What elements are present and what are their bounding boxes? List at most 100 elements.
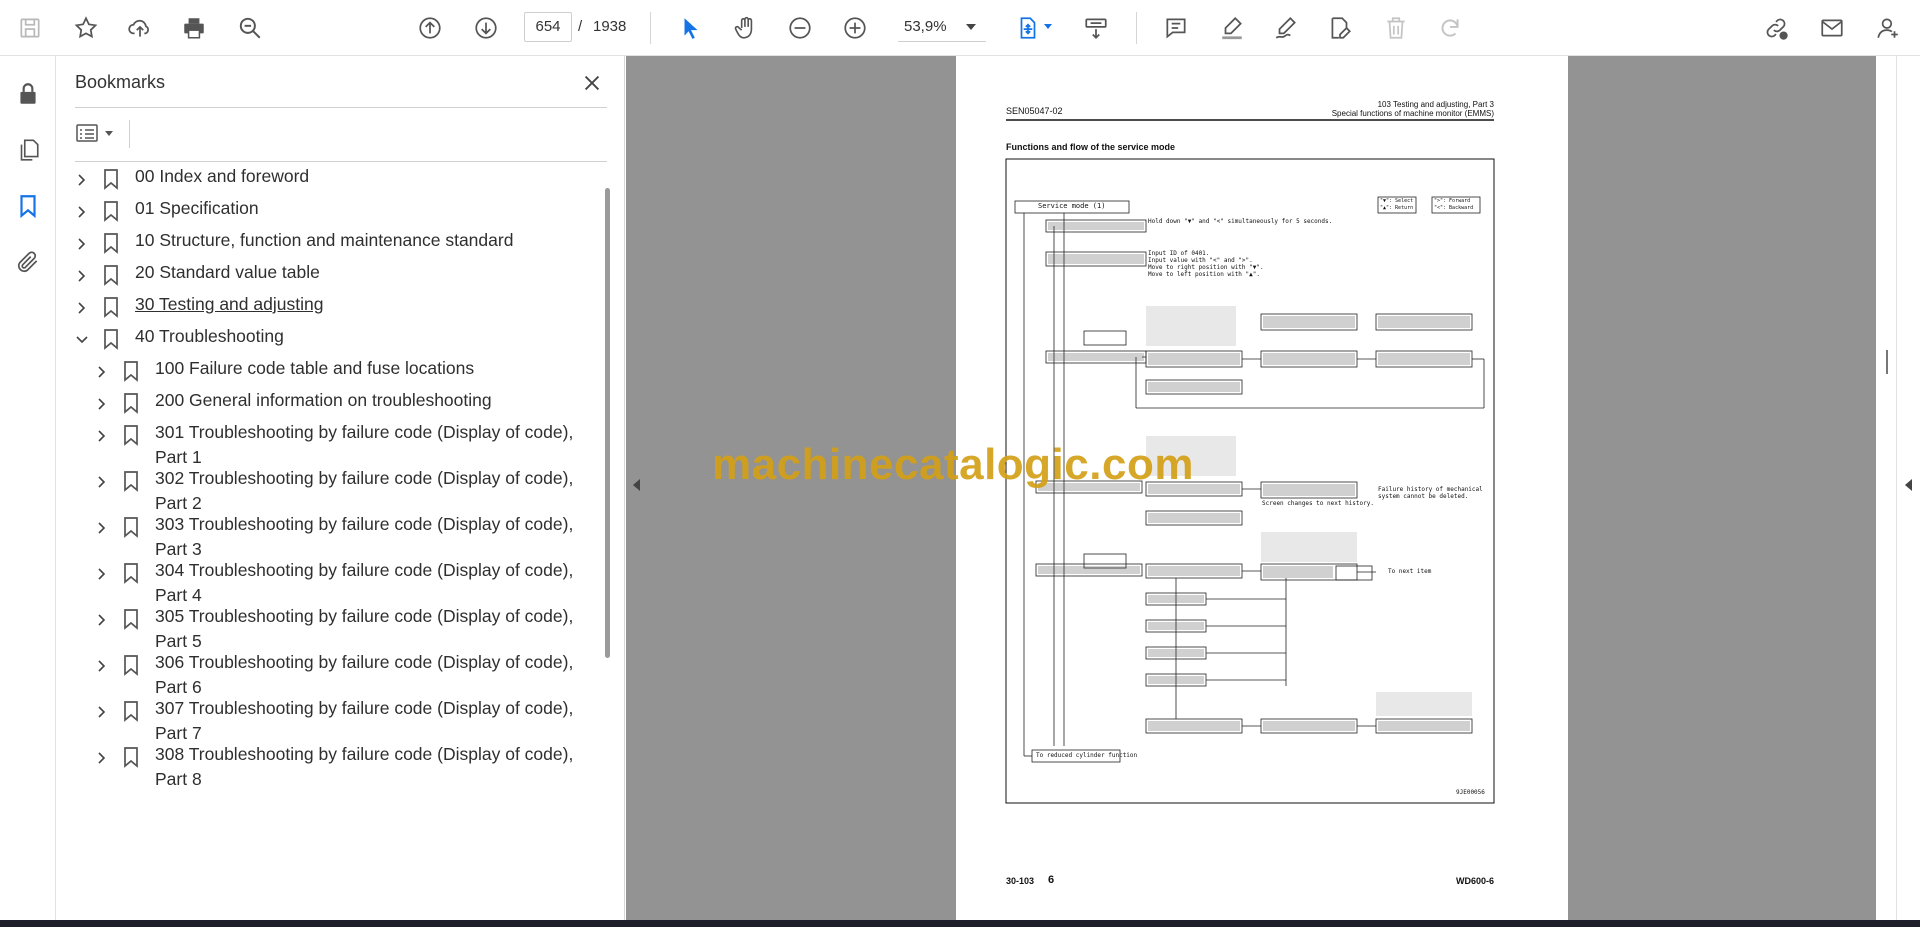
bookmark-item[interactable]: 00 Index and foreword (57, 164, 597, 191)
page-down-icon[interactable] (468, 10, 504, 46)
highlight-icon[interactable] (1214, 10, 1250, 46)
chevron-right-icon[interactable] (75, 202, 89, 222)
bookmark-item[interactable]: 301 Troubleshooting by failure code (Dis… (57, 420, 597, 469)
diagram-code: 9JE00056 (1456, 789, 1485, 796)
chevron-right-icon[interactable] (75, 234, 89, 254)
redo-icon[interactable] (1432, 10, 1468, 46)
bookmark-item[interactable]: 308 Troubleshooting by failure code (Dis… (57, 742, 597, 791)
account-icon[interactable] (1870, 10, 1906, 46)
bookmark-label: 303 Troubleshooting by failure code (Dis… (155, 514, 574, 559)
diagram-title: Service mode (1) (1038, 202, 1106, 210)
panel-scrollbar[interactable] (605, 188, 610, 658)
zoom-search-icon[interactable] (232, 10, 268, 46)
scrollbar-thumb[interactable] (1886, 350, 1888, 374)
bookmark-item[interactable]: 20 Standard value table (57, 260, 597, 287)
chevron-right-icon[interactable] (95, 472, 109, 492)
bookmark-item[interactable]: 40 Troubleshooting (57, 324, 597, 351)
bookmark-item[interactable]: 304 Troubleshooting by failure code (Dis… (57, 558, 597, 607)
link-icon[interactable] (1758, 10, 1794, 46)
diagram-next-item: To next item (1388, 568, 1432, 575)
document-scrollbar[interactable] (1876, 56, 1896, 920)
diagram-bottom-box: To reduced cylinder function (1036, 752, 1138, 759)
chevron-right-icon[interactable] (95, 656, 109, 676)
bookmark-item[interactable]: 306 Troubleshooting by failure code (Dis… (57, 650, 597, 699)
page-up-icon[interactable] (412, 10, 448, 46)
toolbar-divider (650, 12, 651, 44)
bookmark-label: 00 Index and foreword (135, 166, 310, 186)
panel-divider (75, 107, 607, 108)
delete-icon[interactable] (1378, 10, 1414, 46)
scroll-mode-icon[interactable] (1078, 10, 1114, 46)
page-number-input[interactable]: 654 (524, 12, 572, 42)
page-footer-revision: 6 (1048, 874, 1055, 886)
chevron-right-icon[interactable] (75, 298, 89, 318)
star-icon[interactable] (68, 10, 104, 46)
taskbar-strip (0, 920, 1920, 927)
bookmark-label: 01 Specification (135, 198, 259, 218)
legend-return: "▲": Return (1380, 205, 1414, 211)
chevron-right-icon[interactable] (95, 426, 109, 446)
bookmark-label: 20 Standard value table (135, 262, 320, 282)
zoom-out-icon[interactable] (782, 10, 818, 46)
attachment-icon[interactable] (10, 244, 46, 280)
chevron-right-icon[interactable] (95, 564, 109, 584)
legend-forward: ">": Forward (1434, 198, 1471, 204)
bookmark-icon (101, 231, 121, 255)
chevron-right-icon[interactable] (95, 748, 109, 768)
comment-icon[interactable] (1158, 10, 1194, 46)
chevron-down-icon[interactable] (75, 330, 89, 350)
bookmark-item[interactable]: 307 Troubleshooting by failure code (Dis… (57, 696, 597, 745)
fit-page-icon[interactable] (1010, 10, 1046, 46)
mail-icon[interactable] (1814, 10, 1850, 46)
expand-panel-icon[interactable] (1898, 470, 1918, 500)
bookmark-icon (101, 167, 121, 191)
save-icon[interactable] (12, 10, 48, 46)
chevron-right-icon[interactable] (75, 266, 89, 286)
select-arrow-icon[interactable] (673, 10, 709, 46)
bookmark-label: 30 Testing and adjusting (135, 294, 324, 314)
chevron-down-icon[interactable] (1044, 24, 1052, 29)
bookmark-item[interactable]: 01 Specification (57, 196, 597, 223)
hand-icon[interactable] (728, 10, 764, 46)
chevron-right-icon[interactable] (95, 702, 109, 722)
bookmark-item[interactable]: 303 Troubleshooting by failure code (Dis… (57, 512, 597, 561)
lock-icon[interactable] (10, 76, 46, 112)
bookmark-label: 40 Troubleshooting (135, 326, 284, 346)
bookmark-item[interactable]: 30 Testing and adjusting (57, 292, 597, 319)
bookmark-item[interactable]: 200 General information on troubleshooti… (57, 388, 597, 415)
bookmark-icon (121, 391, 141, 415)
print-icon[interactable] (176, 10, 212, 46)
upload-icon[interactable] (122, 10, 158, 46)
bookmark-icon (121, 469, 141, 493)
chevron-right-icon[interactable] (95, 610, 109, 630)
legend-select: "▼": Select (1380, 198, 1414, 204)
close-icon[interactable] (577, 68, 607, 98)
bookmark-item[interactable]: 302 Troubleshooting by failure code (Dis… (57, 466, 597, 515)
bookmark-icon (121, 607, 141, 631)
chevron-right-icon[interactable] (95, 518, 109, 538)
bookmark-item[interactable]: 10 Structure, function and maintenance s… (57, 228, 597, 255)
bookmark-icon (121, 359, 141, 383)
zoom-in-icon[interactable] (837, 10, 873, 46)
bookmark-icon[interactable] (10, 188, 46, 224)
bookmarks-panel: Bookmarks 00 Index and foreword 01 Specif… (57, 56, 625, 920)
collapse-panel-icon[interactable] (626, 470, 646, 500)
bookmark-options-button[interactable] (75, 118, 123, 148)
chevron-right-icon[interactable] (95, 362, 109, 382)
bookmark-label: 302 Troubleshooting by failure code (Dis… (155, 468, 574, 513)
pages-icon[interactable] (10, 132, 46, 168)
bookmark-item[interactable]: 305 Troubleshooting by failure code (Dis… (57, 604, 597, 653)
draw-icon[interactable] (1268, 10, 1304, 46)
bookmark-label: 305 Troubleshooting by failure code (Dis… (155, 606, 574, 651)
chevron-down-icon[interactable] (966, 24, 976, 30)
bookmark-icon (121, 423, 141, 447)
page-header-right-1: 103 Testing and adjusting, Part 3 (1377, 100, 1494, 109)
chevron-right-icon[interactable] (75, 170, 89, 190)
bookmark-icon (121, 653, 141, 677)
page-footer-number: 30-103 (1006, 876, 1035, 886)
bookmark-label: 304 Troubleshooting by failure code (Dis… (155, 560, 574, 605)
bookmark-label: 100 Failure code table and fuse location… (155, 358, 475, 378)
bookmark-item[interactable]: 100 Failure code table and fuse location… (57, 356, 597, 383)
edit-icon[interactable] (1322, 10, 1358, 46)
chevron-right-icon[interactable] (95, 394, 109, 414)
